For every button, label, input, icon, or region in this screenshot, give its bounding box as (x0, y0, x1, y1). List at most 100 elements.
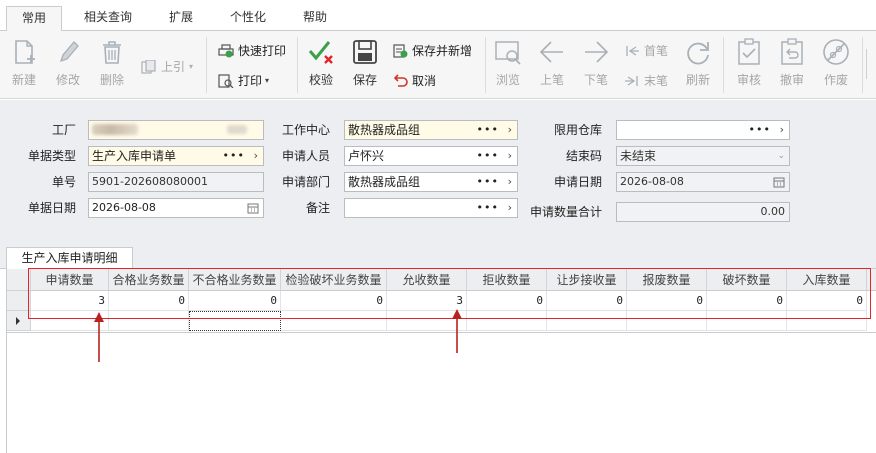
pull-dropdown-icon: ▾ (189, 62, 194, 71)
next-record-button[interactable]: 下笔 (574, 31, 618, 99)
check-verify-icon (308, 41, 333, 64)
work-center-value: 散热器成品组 (348, 123, 421, 137)
close-code-value: 未结束 (620, 149, 657, 163)
edit-button[interactable]: 修改 (46, 31, 90, 99)
doc-date-value: 2026-08-08 (92, 201, 156, 214)
tab-personalize[interactable]: 个性化 (220, 6, 276, 31)
audit-button[interactable]: 审核 (727, 31, 771, 99)
last-record-button[interactable]: 末笔 (624, 71, 674, 91)
factory-label: 工厂 (51, 123, 76, 137)
browse-button[interactable]: 浏览 (486, 31, 530, 99)
apply-date-label: 申请日期 (553, 175, 602, 189)
tab-common[interactable]: 常用 (6, 6, 62, 32)
chevron-right-icon[interactable]: › (508, 121, 512, 139)
unaudit-label: 撤审 (779, 73, 804, 87)
close-code-select[interactable]: 未结束 ⌄ (616, 146, 790, 166)
pull-label: 上引 (161, 60, 186, 74)
lookup-dots-icon[interactable]: ••• (223, 147, 245, 165)
last-record-label: 末笔 (644, 74, 669, 88)
total-qty-field: 0.00 (616, 202, 790, 222)
delete-label: 删除 (99, 73, 124, 87)
dept-field[interactable]: 散热器成品组 ••• › (344, 172, 518, 192)
apply-date-field[interactable]: 2026-08-08 (616, 172, 790, 192)
delete-button[interactable]: 删除 (90, 31, 134, 99)
lookup-dots-icon[interactable]: ••• (477, 147, 499, 165)
tab-extend[interactable]: 扩展 (156, 6, 206, 31)
print-preview-icon (218, 74, 234, 88)
doc-type-value: 生产入库申请单 (92, 149, 177, 163)
separator (862, 37, 863, 93)
first-record-button[interactable]: 首笔 (624, 41, 674, 61)
applicant-value: 卢怀兴 (348, 149, 385, 163)
trash-icon (103, 41, 121, 64)
save-button[interactable]: 保存 (343, 31, 387, 99)
browse-icon (495, 41, 521, 65)
tab-related-query[interactable]: 相关查询 (72, 6, 144, 31)
remark-field[interactable]: ••• › (344, 198, 518, 218)
chevron-right-icon[interactable]: › (254, 147, 258, 165)
edit-label: 修改 (55, 73, 80, 87)
separator (206, 37, 207, 93)
work-center-field[interactable]: 散热器成品组 ••• › (344, 120, 518, 140)
lookup-dots-icon[interactable]: ••• (477, 199, 499, 217)
arrow-right-icon (585, 41, 609, 63)
undo-icon (393, 74, 408, 87)
quick-print-label: 快速打印 (238, 44, 287, 58)
save-new-icon (393, 44, 408, 58)
lookup-dots-icon[interactable]: ••• (477, 121, 499, 139)
lookup-dots-icon[interactable]: ••• (477, 173, 499, 191)
doc-date-field[interactable]: 2026-08-08 (88, 198, 264, 218)
audit-clipboard-icon (738, 38, 760, 65)
remark-label: 备注 (305, 201, 330, 215)
doc-no-value: 5901-202608080001 (92, 175, 208, 188)
chevron-down-icon[interactable]: ⌄ (777, 147, 785, 165)
work-center-label: 工作中心 (281, 123, 330, 137)
cancel-button[interactable]: 取消 (392, 71, 452, 91)
total-qty-label: 申请数量合计 (529, 205, 602, 219)
grid-tab-bar: 生产入库申请明细 (0, 238, 876, 270)
calendar-icon[interactable] (773, 176, 785, 188)
cancel-label: 取消 (412, 74, 437, 88)
print-dropdown-icon: ▾ (265, 76, 270, 85)
doc-type-field[interactable]: 生产入库申请单 ••• › (88, 146, 264, 166)
applicant-field[interactable]: 卢怀兴 ••• › (344, 146, 518, 166)
void-label: 作废 (823, 73, 848, 87)
refresh-label: 刷新 (685, 73, 710, 87)
print-button[interactable]: 打印 ▾ (218, 71, 280, 91)
last-record-icon (625, 76, 638, 86)
apply-date-value: 2026-08-08 (620, 175, 684, 188)
doc-type-label: 单据类型 (27, 149, 76, 163)
dept-value: 散热器成品组 (348, 175, 421, 189)
lookup-dots-icon[interactable]: ••• (749, 121, 771, 139)
pencil-icon (59, 41, 79, 63)
void-button[interactable]: 作废 (814, 31, 858, 99)
header-form: 工厂 工作中心 散热器成品组 ••• › 限用仓库 ••• › 单据类型 生产入… (0, 100, 876, 238)
red-arrow-icon (452, 309, 462, 353)
void-icon (823, 39, 849, 65)
limit-warehouse-field[interactable]: ••• › (616, 120, 790, 140)
browse-label: 浏览 (495, 73, 520, 87)
calendar-icon[interactable] (247, 202, 259, 214)
verify-button[interactable]: 校验 (299, 31, 343, 99)
tab-detail[interactable]: 生产入库申请明细 (6, 247, 133, 270)
print-label: 打印 (238, 74, 263, 88)
chevron-right-icon[interactable]: › (508, 147, 512, 165)
first-record-label: 首笔 (644, 44, 669, 58)
refresh-icon (687, 42, 709, 65)
chevron-right-icon[interactable]: › (508, 173, 512, 191)
refresh-button[interactable]: 刷新 (676, 31, 720, 99)
save-disk-icon (353, 40, 377, 64)
factory-field[interactable] (88, 120, 264, 140)
save-and-new-button[interactable]: 保存并新增 (392, 41, 482, 61)
more-tools-icon[interactable] (866, 49, 874, 79)
arrow-left-icon (539, 41, 563, 63)
tab-help[interactable]: 帮助 (290, 6, 340, 31)
quick-print-button[interactable]: 快速打印 (218, 41, 292, 61)
chevron-right-icon[interactable]: › (508, 199, 512, 217)
chevron-right-icon[interactable]: › (780, 121, 784, 139)
pull-button[interactable]: 上引 ▾ (141, 57, 201, 77)
prev-record-button[interactable]: 上笔 (530, 31, 574, 99)
new-button[interactable]: 新建 (2, 31, 46, 99)
doc-no-field[interactable]: 5901-202608080001 (88, 172, 264, 192)
unaudit-button[interactable]: 撤审 (770, 31, 814, 99)
